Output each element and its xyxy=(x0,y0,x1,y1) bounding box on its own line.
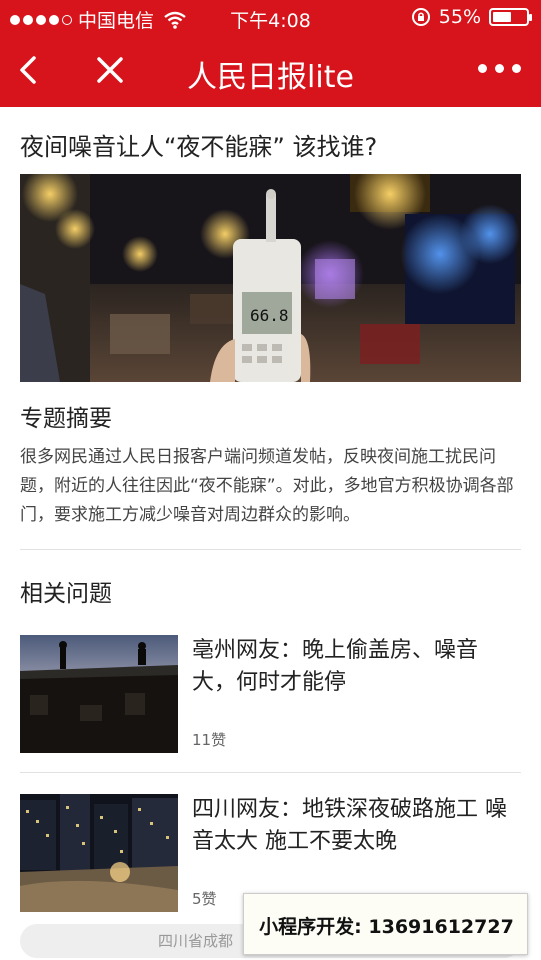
more-menu-icon[interactable] xyxy=(478,64,521,73)
promo-banner: 小程序开发: 13691612727 xyxy=(243,893,528,955)
related-item-thumbnail xyxy=(20,794,178,912)
related-item-title: 亳州网友：晚上偷盖房、噪音大，何时才能停 xyxy=(192,638,479,695)
summary-heading: 专题摘要 xyxy=(20,406,112,432)
battery-percent: 55% xyxy=(438,6,481,28)
like-count: 11赞 xyxy=(192,731,227,749)
divider xyxy=(20,549,521,550)
status-bar: 中国电信 下午4:08 55% xyxy=(0,0,541,34)
divider xyxy=(20,772,521,773)
battery-icon xyxy=(489,8,532,26)
rotation-lock-icon xyxy=(411,8,430,26)
article-title: 夜间噪音让人“夜不能寐” 该找谁? xyxy=(20,133,378,161)
related-heading: 相关问题 xyxy=(20,581,112,607)
summary-text: 很多网民通过人民日报客户端问频道发帖，反映夜间施工扰民问题，附近的人往往因此“夜… xyxy=(20,447,514,525)
hero-image: 66.8 xyxy=(20,174,521,382)
promo-text: 小程序开发: 13691612727 xyxy=(259,916,514,938)
location-text: 四川省成都 xyxy=(158,932,234,950)
related-item-thumbnail xyxy=(20,635,178,753)
related-item-title: 四川网友：地铁深夜破路施工 噪音太大 施工不要太晚 xyxy=(192,797,507,854)
related-item[interactable]: 亳州网友：晚上偷盖房、噪音大，何时才能停 11赞 xyxy=(20,635,521,753)
page-title: 人民日报lite xyxy=(187,60,354,95)
like-count: 5赞 xyxy=(192,890,217,908)
battery-level xyxy=(493,12,511,22)
meter-reading: 66.8 xyxy=(250,306,289,325)
nav-bar: 人民日报lite xyxy=(0,34,541,107)
status-right: 55% xyxy=(411,6,532,28)
